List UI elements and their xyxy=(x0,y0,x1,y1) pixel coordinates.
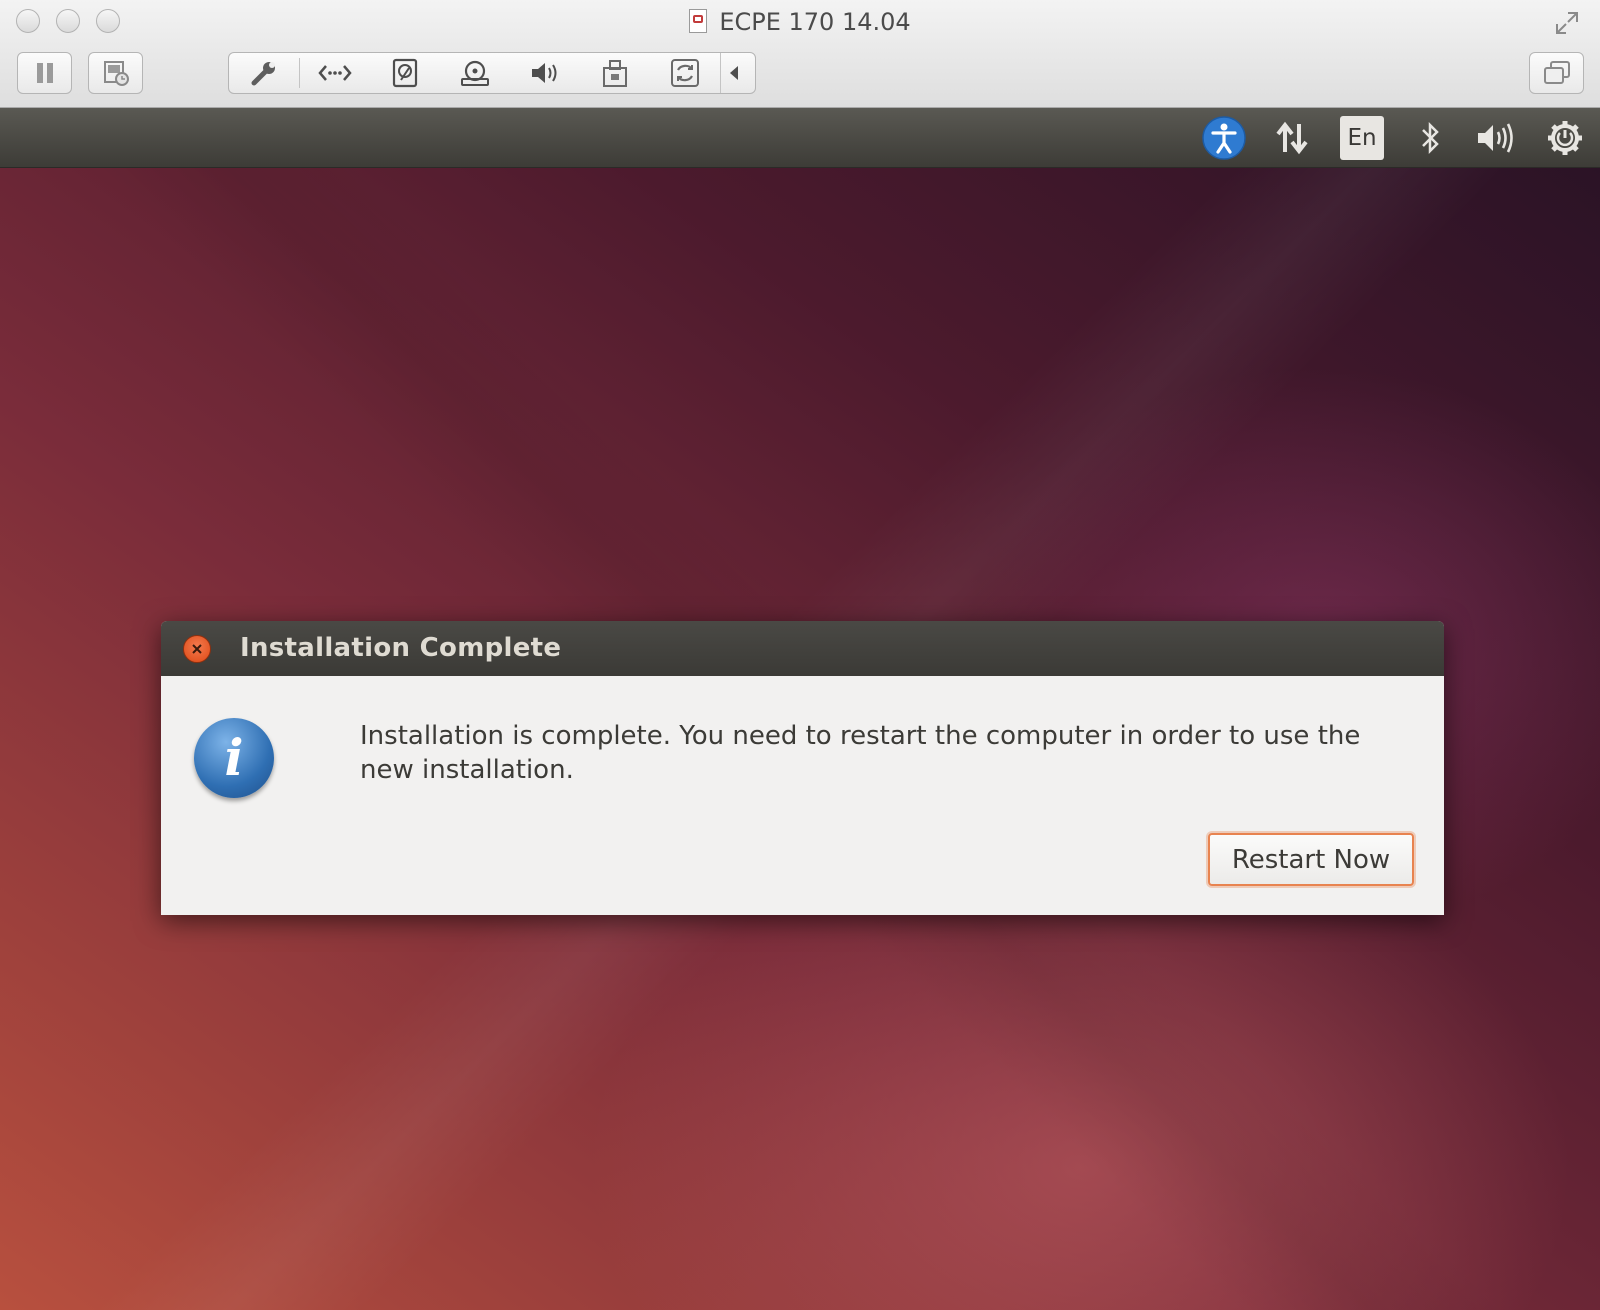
close-icon xyxy=(192,644,202,654)
pause-button[interactable] xyxy=(17,52,72,94)
optical-disc-button[interactable] xyxy=(440,53,510,93)
keyboard-layout-label: En xyxy=(1340,116,1384,160)
window-title: ECPE 170 14.04 xyxy=(0,6,1600,38)
collapse-arrow-icon xyxy=(730,66,738,80)
vm-document-icon xyxy=(689,9,708,33)
window-mode-icon xyxy=(1543,61,1570,84)
shared-folder-sync-icon xyxy=(671,59,699,87)
optical-disc-icon xyxy=(461,60,489,86)
power-gear-icon xyxy=(1548,121,1582,155)
keyboard-layout-indicator[interactable]: En xyxy=(1340,116,1384,160)
collapse-toolbar-button[interactable] xyxy=(720,53,747,93)
usb-icon xyxy=(603,60,627,87)
ubuntu-top-panel: En xyxy=(0,108,1600,168)
system-menu-indicator[interactable] xyxy=(1542,116,1588,160)
network-button[interactable] xyxy=(300,53,370,93)
info-icon: i xyxy=(194,718,274,798)
accessibility-indicator[interactable] xyxy=(1202,116,1246,160)
accessibility-icon xyxy=(1202,116,1246,160)
network-indicator[interactable] xyxy=(1270,116,1314,160)
sound-button[interactable] xyxy=(510,53,580,93)
network-updown-icon xyxy=(1276,121,1308,155)
shared-folder-button[interactable] xyxy=(650,53,720,93)
snapshot-button[interactable] xyxy=(88,52,143,94)
dialog-message: Installation is complete. You need to re… xyxy=(360,721,1361,785)
pause-icon xyxy=(36,63,53,83)
window-title-text: ECPE 170 14.04 xyxy=(719,8,911,36)
snapshot-icon xyxy=(103,61,129,86)
host-window-toolbar: ECPE 170 14.04 xyxy=(0,0,1600,108)
sound-icon xyxy=(532,63,557,83)
dialog-titlebar: Installation Complete xyxy=(161,621,1444,676)
fullscreen-icon[interactable] xyxy=(1554,10,1580,36)
window-mode-button[interactable] xyxy=(1529,52,1584,94)
device-toolbar-group xyxy=(228,52,756,94)
bluetooth-indicator[interactable] xyxy=(1408,116,1452,160)
volume-indicator[interactable] xyxy=(1472,116,1522,160)
network-icon xyxy=(318,65,352,81)
settings-wrench-icon xyxy=(251,62,275,86)
usb-button[interactable] xyxy=(580,53,650,93)
bluetooth-icon xyxy=(1422,121,1439,155)
volume-icon xyxy=(1478,123,1513,153)
hard-disk-button[interactable] xyxy=(370,53,440,93)
dialog-title: Installation Complete xyxy=(240,633,562,663)
hard-disk-icon xyxy=(392,58,418,88)
dialog-close-button[interactable] xyxy=(183,635,211,663)
restart-now-button[interactable]: Restart Now xyxy=(1208,833,1414,886)
settings-button[interactable] xyxy=(229,53,299,93)
installation-complete-dialog: Installation Complete i Installation is … xyxy=(161,621,1444,915)
